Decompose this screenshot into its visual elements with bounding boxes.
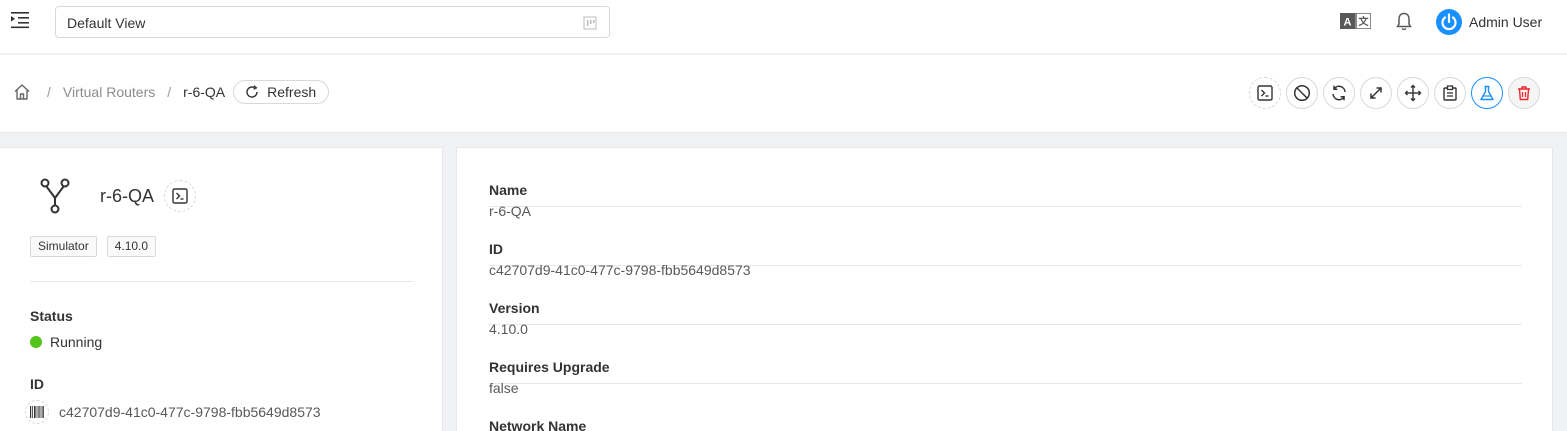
diagnostics-icon [1443, 85, 1457, 101]
console-icon [1257, 85, 1273, 101]
detail-name: Name r-6-QA [489, 148, 1522, 219]
console-button[interactable] [1249, 77, 1281, 109]
reboot-icon [1332, 85, 1346, 101]
breadcrumb-separator: / [47, 84, 51, 100]
detail-key: Version [489, 300, 540, 316]
detail-key: Network Name [489, 418, 587, 431]
power-icon [1441, 13, 1457, 31]
view-select[interactable]: Default View [55, 6, 610, 38]
health-check-button[interactable] [1471, 77, 1503, 109]
router-name: r-6-QA [100, 186, 154, 206]
reload-icon [246, 85, 258, 98]
breadcrumb-virtual-routers[interactable]: Virtual Routers [63, 84, 155, 100]
migrate-button[interactable] [1397, 77, 1429, 109]
detail-requires-upgrade: Requires Upgrade false [489, 325, 1522, 396]
breadcrumb: / Virtual Routers / r-6-QA Refresh [13, 80, 330, 104]
action-toolbar [1249, 77, 1545, 109]
console-button[interactable] [164, 180, 196, 212]
delete-button[interactable] [1508, 77, 1540, 109]
version-tag: 4.10.0 [106, 236, 157, 257]
stop-button[interactable] [1286, 77, 1318, 109]
scale-button[interactable] [1360, 77, 1392, 109]
status-value: Running [50, 334, 103, 350]
hypervisor-tag: Simulator [30, 236, 97, 257]
detail-network-name: Network Name [489, 384, 1522, 431]
experiment-icon [1480, 85, 1494, 101]
refresh-label: Refresh [267, 84, 317, 100]
avatar [1436, 9, 1462, 35]
stop-icon [1293, 84, 1311, 102]
user-name: Admin User [1469, 14, 1543, 30]
status-label: Status [30, 308, 73, 324]
bell-icon[interactable] [1396, 12, 1412, 34]
id-row: c42707d9-41c0-477c-9798-fbb5649d8573 [25, 400, 321, 424]
detail-key: Requires Upgrade [489, 359, 610, 375]
id-value: c42707d9-41c0-477c-9798-fbb5649d8573 [59, 404, 321, 420]
detail-key: ID [489, 241, 503, 257]
refresh-button[interactable]: Refresh [233, 80, 330, 104]
details-card: Name r-6-QA ID c42707d9-41c0-477c-9798-f… [456, 147, 1553, 431]
tag-list: Simulator 4.10.0 [30, 236, 166, 257]
delete-icon [1518, 86, 1530, 101]
router-icon [38, 178, 72, 214]
breadcrumb-current: r-6-QA [183, 84, 226, 100]
barcode-icon[interactable] [25, 400, 49, 424]
detail-id: ID c42707d9-41c0-477c-9798-fbb5649d8573 [489, 207, 1522, 278]
home-icon[interactable] [13, 83, 31, 101]
migrate-icon [1404, 84, 1422, 102]
page-header: / Virtual Routers / r-6-QA Refresh [0, 55, 1567, 133]
svg-text:A: A [1344, 17, 1352, 29]
status-dot [30, 336, 42, 348]
breadcrumb-separator: / [167, 84, 172, 100]
detail-key: Name [489, 182, 528, 198]
divider [30, 281, 413, 282]
detail-version: Version 4.10.0 [489, 266, 1522, 337]
id-label: ID [30, 376, 44, 392]
scale-icon [1370, 87, 1382, 99]
reboot-button[interactable] [1323, 77, 1355, 109]
user-menu[interactable]: Admin User [1436, 9, 1542, 35]
project-icon [583, 16, 597, 30]
menu-fold-icon[interactable] [11, 11, 31, 29]
status-indicator: Running [30, 334, 102, 350]
svg-text:文: 文 [1359, 15, 1370, 28]
console-icon [172, 188, 188, 204]
view-select-value: Default View [67, 15, 146, 31]
diagnostics-button[interactable] [1434, 77, 1466, 109]
resource-summary-card: r-6-QA Simulator 4.10.0 Status Running I… [0, 147, 443, 431]
top-header: Default View A文 Admin User [0, 0, 1567, 54]
translate-icon[interactable]: A文 [1340, 12, 1372, 32]
